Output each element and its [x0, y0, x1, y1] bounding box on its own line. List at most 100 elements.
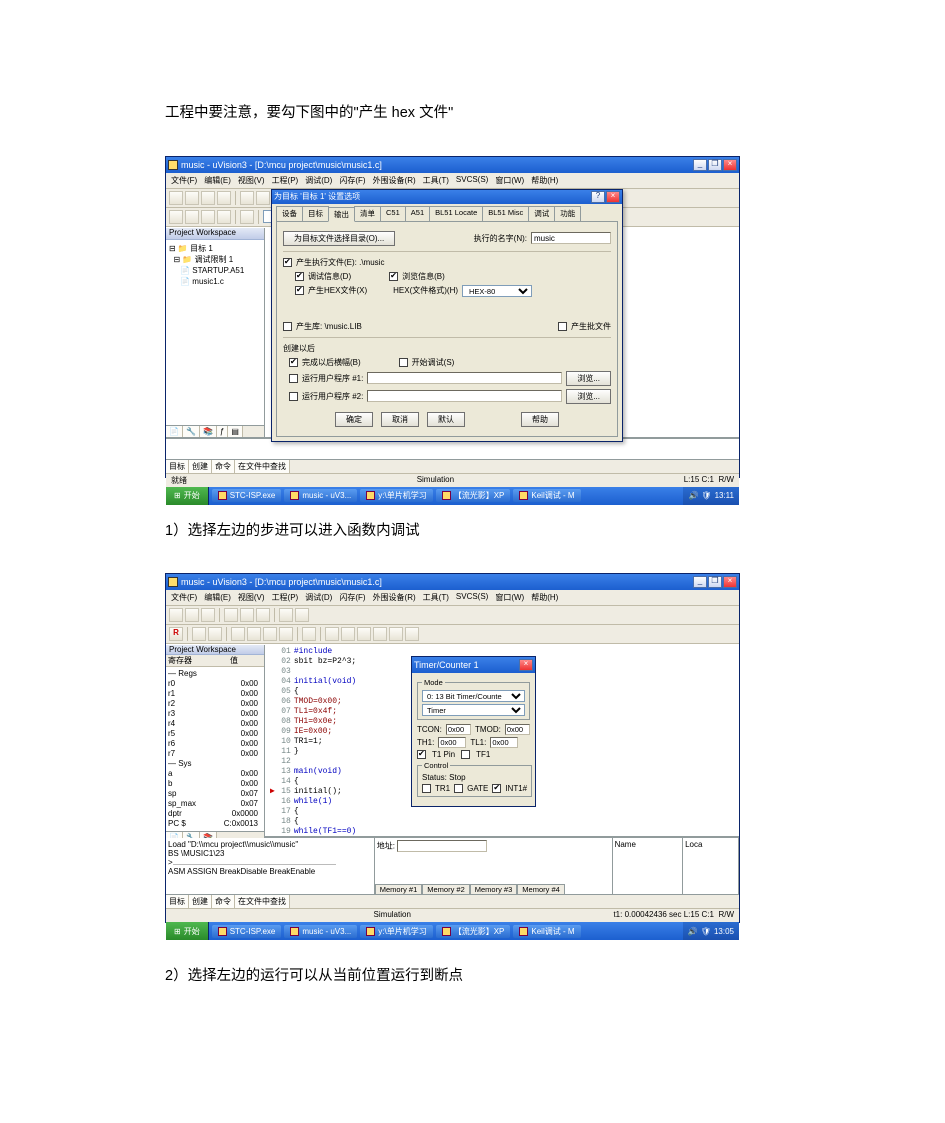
taskbar-item-2[interactable]: y:\单片机学习: [360, 925, 432, 938]
cut-icon[interactable]: [240, 191, 254, 205]
project-tree[interactable]: ⊟ 📁 目标 1 ⊟ 📁 调试限制 1 📄 STARTUP.A51 📄 musi…: [166, 240, 264, 425]
int1-checkbox[interactable]: [492, 784, 501, 793]
analyzer-icon[interactable]: [389, 627, 403, 641]
tmod-value[interactable]: 0x00: [505, 724, 530, 735]
run1-input[interactable]: [367, 372, 562, 384]
memory-tab-4[interactable]: Memory #4: [517, 884, 565, 894]
dialog-help-button[interactable]: ?: [591, 191, 605, 203]
menu-svcs[interactable]: SVCS(S): [456, 175, 488, 186]
tab-books-icon[interactable]: 📚: [200, 426, 217, 437]
step-over-icon[interactable]: [247, 627, 261, 641]
locals-pane[interactable]: Loca: [683, 838, 739, 894]
tab-files-icon[interactable]: 📄: [166, 426, 183, 437]
open-file-icon[interactable]: [185, 191, 199, 205]
new-file-icon[interactable]: [169, 191, 183, 205]
close-button[interactable]: ×: [723, 159, 737, 171]
redo-icon[interactable]: [295, 608, 309, 622]
open-file-icon[interactable]: [185, 608, 199, 622]
tab-templates-icon[interactable]: ▤: [228, 426, 243, 437]
output-tab-command[interactable]: 命令: [212, 895, 235, 908]
disasm-icon[interactable]: [325, 627, 339, 641]
menu-window[interactable]: 窗口(W): [495, 175, 524, 186]
reset-icon[interactable]: R: [169, 627, 183, 641]
timer-close-button[interactable]: ×: [519, 659, 533, 671]
menu-edit[interactable]: 编辑(E): [204, 592, 231, 603]
browse-info-checkbox[interactable]: [389, 272, 398, 281]
create-hex-checkbox[interactable]: [295, 286, 304, 295]
create-exe-checkbox[interactable]: [283, 258, 292, 267]
translate-icon[interactable]: [169, 210, 183, 224]
output-tab-build[interactable]: 创建: [189, 460, 212, 473]
taskbar-item-1[interactable]: music - uV3...: [284, 489, 357, 502]
menu-view[interactable]: 视图(V): [238, 592, 265, 603]
run1-checkbox[interactable]: [289, 374, 298, 383]
gate-checkbox[interactable]: [454, 784, 463, 793]
menu-flash[interactable]: 闪存(F): [339, 592, 365, 603]
th1-value[interactable]: 0x00: [438, 737, 466, 748]
ok-button[interactable]: 确定: [335, 412, 373, 427]
create-batch-checkbox[interactable]: [558, 322, 567, 331]
close-button[interactable]: ×: [723, 576, 737, 588]
paste-icon[interactable]: [256, 608, 270, 622]
menu-svcs[interactable]: SVCS(S): [456, 592, 488, 603]
maximize-button[interactable]: ❐: [708, 576, 722, 588]
stop-build-icon[interactable]: [217, 210, 231, 224]
step-into-icon[interactable]: [231, 627, 245, 641]
show-next-statement-icon[interactable]: [302, 627, 316, 641]
tcon-value[interactable]: 0x00: [446, 724, 471, 735]
create-lib-checkbox[interactable]: [283, 322, 292, 331]
copy-icon[interactable]: [256, 191, 270, 205]
menu-project[interactable]: 工程(P): [272, 592, 299, 603]
tr1-checkbox[interactable]: [422, 784, 431, 793]
tray-icon[interactable]: 🔊: [688, 927, 698, 936]
dlg-tab-bl51loc[interactable]: BL51 Locate: [429, 206, 483, 221]
cut-icon[interactable]: [224, 608, 238, 622]
run1-browse-button[interactable]: 浏览...: [566, 371, 611, 386]
memory-tab-3[interactable]: Memory #3: [470, 884, 518, 894]
run2-browse-button[interactable]: 浏览...: [566, 389, 611, 404]
memory-tab-2[interactable]: Memory #2: [422, 884, 470, 894]
dlg-tab-device[interactable]: 设备: [276, 206, 303, 221]
save-icon[interactable]: [201, 608, 215, 622]
dlg-tab-c51[interactable]: C51: [380, 206, 406, 221]
download-icon[interactable]: [240, 210, 254, 224]
serial-icon[interactable]: [373, 627, 387, 641]
dlg-tab-debug[interactable]: 调试: [528, 206, 555, 221]
start-debug-checkbox[interactable]: [399, 358, 408, 367]
system-tray[interactable]: 🔊 🛡 13:11: [683, 487, 739, 505]
output-tab-command[interactable]: 命令: [212, 460, 235, 473]
dlg-tab-listing[interactable]: 清单: [354, 206, 381, 221]
menu-debug[interactable]: 调试(D): [305, 175, 332, 186]
menu-peripherals[interactable]: 外围设备(R): [373, 175, 416, 186]
copy-icon[interactable]: [240, 608, 254, 622]
menu-file[interactable]: 文件(F): [171, 175, 197, 186]
defaults-button[interactable]: 默认: [427, 412, 465, 427]
help-button[interactable]: 帮助: [521, 412, 559, 427]
symbols-name-pane[interactable]: Name: [613, 838, 683, 894]
build-icon[interactable]: [185, 210, 199, 224]
dlg-tab-bl51misc[interactable]: BL51 Misc: [482, 206, 529, 221]
stop-icon[interactable]: [208, 627, 222, 641]
menu-peripherals[interactable]: 外围设备(R): [373, 592, 416, 603]
menu-tools[interactable]: 工具(T): [423, 592, 449, 603]
exe-name-input[interactable]: [531, 232, 611, 244]
minimize-button[interactable]: _: [693, 576, 707, 588]
output-tab-find[interactable]: 在文件中查找: [235, 895, 290, 908]
output-tab-target[interactable]: 目标: [166, 895, 189, 908]
run-to-cursor-icon[interactable]: [279, 627, 293, 641]
taskbar-item-4[interactable]: Keil调试 - M: [513, 489, 580, 502]
run2-checkbox[interactable]: [289, 392, 298, 401]
start-button[interactable]: ⊞ 开始: [166, 487, 209, 505]
cancel-button[interactable]: 取消: [381, 412, 419, 427]
tray-icon[interactable]: 🛡: [701, 491, 711, 500]
output-tab-target[interactable]: 目标: [166, 460, 189, 473]
dlg-tab-target[interactable]: 目标: [302, 206, 329, 221]
maximize-button[interactable]: ❐: [708, 159, 722, 171]
command-pane[interactable]: Load "D:\\mcu project\\music\\music" BS …: [166, 838, 375, 894]
menu-file[interactable]: 文件(F): [171, 592, 197, 603]
debug-info-checkbox[interactable]: [295, 272, 304, 281]
start-button[interactable]: ⊞ 开始: [166, 922, 209, 940]
menu-edit[interactable]: 编辑(E): [204, 175, 231, 186]
t1pin-checkbox[interactable]: [417, 750, 426, 759]
taskbar-item-1[interactable]: music - uV3...: [284, 925, 357, 938]
